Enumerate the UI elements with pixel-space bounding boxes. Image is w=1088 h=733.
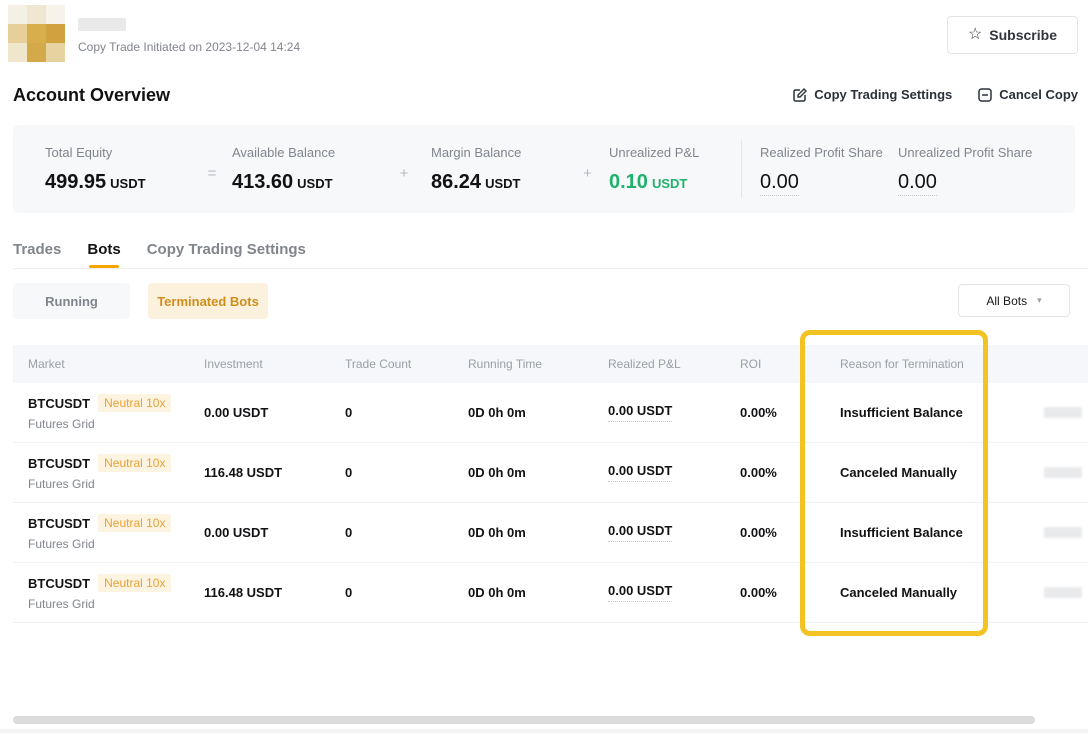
tab-bots[interactable]: Bots [87,241,120,268]
page-title: Account Overview [13,85,170,106]
tabs-divider [13,268,1088,269]
col-running-time: Running Time [453,357,593,371]
leverage-badge: Neutral 10x [98,394,171,412]
stat-margin-balance: Margin Balance 86.24USDT [431,145,566,194]
trade-count-cell: 0 [330,405,453,420]
action-cell [1010,587,1088,598]
copy-trade-initiated-text: Copy Trade Initiated on 2023-12-04 14:24 [78,40,300,54]
stats-divider [741,140,742,198]
running-time-cell: 0D 0h 0m [453,465,593,480]
equals-operator: = [192,165,232,182]
redacted-action[interactable] [1044,467,1082,478]
subscribe-label: Subscribe [989,27,1057,43]
terminated-bots-table: Market Investment Trade Count Running Ti… [13,345,1088,623]
redacted-action[interactable] [1044,527,1082,538]
username-redacted [78,18,126,31]
tab-copy-trading-settings[interactable]: Copy Trading Settings [147,241,306,268]
redacted-action[interactable] [1044,587,1082,598]
market-cell: BTCUSDTNeutral 10x Futures Grid [13,574,189,611]
reason-cell: Canceled Manually [825,585,1010,600]
running-time-cell: 0D 0h 0m [453,525,593,540]
action-cell [1010,467,1088,478]
overview-actions: Copy Trading Settings Cancel Copy [793,87,1078,102]
trade-count-cell: 0 [330,585,453,600]
running-filter-button[interactable]: Running [13,283,130,319]
market-cell: BTCUSDTNeutral 10x Futures Grid [13,454,189,491]
reason-cell: Canceled Manually [825,465,1010,480]
roi-cell: 0.00% [725,585,825,600]
chevron-down-icon: ▾ [1037,295,1042,306]
bot-type: Futures Grid [28,597,189,611]
horizontal-scrollbar[interactable] [13,716,1035,724]
investment-cell: 0.00 USDT [189,405,330,420]
col-realized-pnl: Realized P&L [593,357,725,371]
star-icon: ☆ [968,27,982,43]
copy-trading-settings-label: Copy Trading Settings [814,87,952,102]
stat-unrealized-pnl: Unrealized P&L 0.10USDT [609,145,727,194]
leverage-badge: Neutral 10x [98,574,171,592]
col-reason-for-termination: Reason for Termination [825,357,1010,371]
table-row: BTCUSDTNeutral 10x Futures Grid 116.48 U… [13,563,1088,623]
stat-realized-profit-share: Realized Profit Share 0.00 [760,145,882,194]
reason-cell: Insufficient Balance [825,525,1010,540]
bot-type: Futures Grid [28,537,189,551]
reason-cell: Insufficient Balance [825,405,1010,420]
cancel-copy-label: Cancel Copy [999,87,1078,102]
bots-filter-dropdown[interactable]: All Bots ▾ [958,284,1070,317]
minus-square-icon [978,88,992,102]
stat-unrealized-profit-share: Unrealized Profit Share 0.00 [898,145,1048,194]
action-cell [1010,407,1088,418]
tab-trades[interactable]: Trades [13,241,61,268]
col-market: Market [13,357,189,371]
trade-count-cell: 0 [330,465,453,480]
copy-trading-page: Copy Trade Initiated on 2023-12-04 14:24… [0,0,1088,733]
roi-cell: 0.00% [725,405,825,420]
market-cell: BTCUSDTNeutral 10x Futures Grid [13,514,189,551]
table-header-row: Market Investment Trade Count Running Ti… [13,345,1088,383]
stat-total-equity: Total Equity 499.95USDT [45,145,192,194]
redacted-action[interactable] [1044,407,1082,418]
running-time-cell: 0D 0h 0m [453,405,593,420]
running-time-cell: 0D 0h 0m [453,585,593,600]
investment-cell: 116.48 USDT [189,585,330,600]
bot-type: Futures Grid [28,477,189,491]
leverage-badge: Neutral 10x [98,514,171,532]
copy-trading-settings-button[interactable]: Copy Trading Settings [793,87,952,102]
subscribe-button[interactable]: ☆ Subscribe [947,16,1078,54]
avatar [8,5,65,62]
trade-count-cell: 0 [330,525,453,540]
stat-available-balance: Available Balance 413.60USDT [232,145,377,194]
plus-operator: + [377,165,431,182]
main-tabs: Trades Bots Copy Trading Settings [13,241,306,268]
market-cell: BTCUSDTNeutral 10x Futures Grid [13,394,189,431]
bots-dropdown-value: All Bots [986,294,1027,308]
realized-pnl-cell: 0.00 USDT [593,403,725,422]
leverage-badge: Neutral 10x [98,454,171,472]
cancel-copy-button[interactable]: Cancel Copy [978,87,1078,102]
roi-cell: 0.00% [725,525,825,540]
action-cell [1010,527,1088,538]
col-investment: Investment [189,357,330,371]
edit-icon [793,88,807,102]
realized-pnl-cell: 0.00 USDT [593,523,725,542]
table-row: BTCUSDTNeutral 10x Futures Grid 116.48 U… [13,443,1088,503]
realized-pnl-cell: 0.00 USDT [593,463,725,482]
col-trade-count: Trade Count [330,357,453,371]
investment-cell: 116.48 USDT [189,465,330,480]
terminated-bots-filter-button[interactable]: Terminated Bots [148,283,268,319]
realized-pnl-cell: 0.00 USDT [593,583,725,602]
plus-operator: + [566,165,609,182]
table-row: BTCUSDTNeutral 10x Futures Grid 0.00 USD… [13,383,1088,443]
table-row: BTCUSDTNeutral 10x Futures Grid 0.00 USD… [13,503,1088,563]
investment-cell: 0.00 USDT [189,525,330,540]
roi-cell: 0.00% [725,465,825,480]
bot-type: Futures Grid [28,417,189,431]
col-roi: ROI [725,357,825,371]
account-stats-panel: Total Equity 499.95USDT = Available Bala… [13,125,1075,213]
